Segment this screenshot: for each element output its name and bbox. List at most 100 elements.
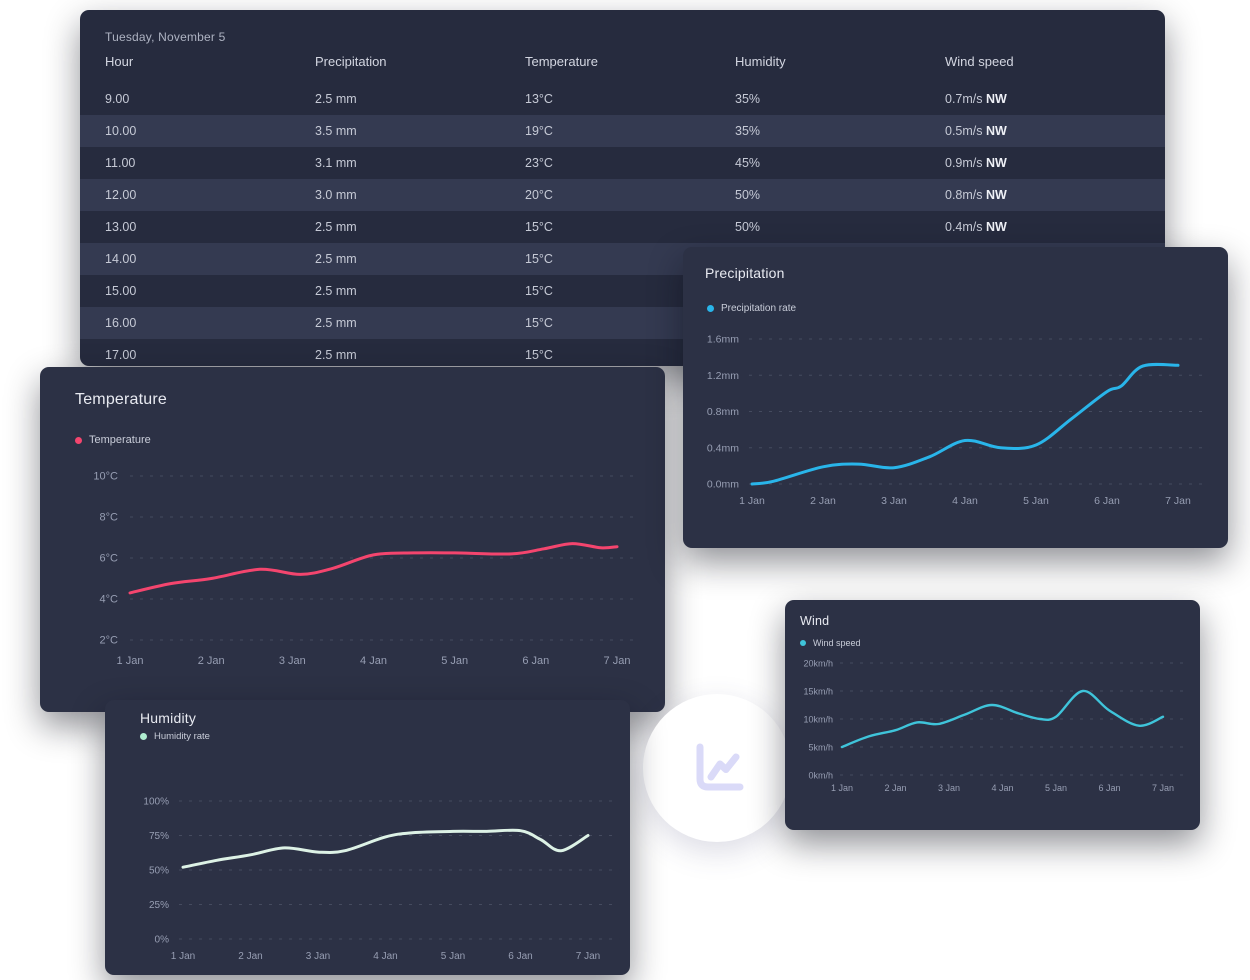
table-row: 12.003.0 mm20°C50%0.8m/s NW: [80, 179, 1165, 211]
cell-hour: 9.00: [105, 92, 315, 106]
cell-humidity: 35%: [735, 92, 945, 106]
svg-text:5km/h: 5km/h: [808, 743, 833, 753]
svg-text:6 Jan: 6 Jan: [1094, 495, 1120, 507]
precipitation-line-chart: 1.6mm 1.2mm 0.8mm 0.4mm 0.0mm1 Jan 2 Jan 3 Jan…: [683, 247, 1228, 548]
svg-text:2 Jan: 2 Jan: [238, 951, 262, 962]
cell-wind-speed: 0.8m/s NW: [945, 188, 1165, 202]
cell-temperature: 19°C: [525, 124, 735, 138]
svg-text:4 Jan: 4 Jan: [360, 655, 387, 667]
svg-text:2 Jan: 2 Jan: [810, 495, 836, 507]
column-header-hour: Hour: [105, 54, 315, 69]
svg-text:5 Jan: 5 Jan: [1045, 783, 1067, 793]
svg-text:1 Jan: 1 Jan: [117, 655, 144, 667]
cell-precipitation: 3.1 mm: [315, 156, 525, 170]
svg-text:2 Jan: 2 Jan: [884, 783, 906, 793]
svg-text:6 Jan: 6 Jan: [1098, 783, 1120, 793]
cell-wind-speed: 0.7m/s NW: [945, 92, 1165, 106]
column-header-wind-speed: Wind speed: [945, 54, 1165, 69]
cell-wind-speed: 0.5m/s NW: [945, 124, 1165, 138]
cell-hour: 17.00: [105, 348, 315, 362]
svg-text:4°C: 4°C: [100, 594, 119, 606]
cell-temperature: 13°C: [525, 92, 735, 106]
cell-wind-speed: 0.9m/s NW: [945, 156, 1165, 170]
cell-precipitation: 3.5 mm: [315, 124, 525, 138]
table-header-row: Hour Precipitation Temperature Humidity …: [80, 54, 1165, 69]
temperature-chart-panel: Temperature Temperature 10°C8°C6°C4°C2°C…: [40, 367, 665, 712]
wind-chart-panel: Wind Wind speed 20km/h15km/h10km/h5km/h0…: [785, 600, 1200, 830]
svg-text:3 Jan: 3 Jan: [306, 951, 330, 962]
svg-text:0.8mm: 0.8mm: [707, 406, 739, 418]
cell-hour: 10.00: [105, 124, 315, 138]
cell-precipitation: 2.5 mm: [315, 348, 525, 362]
table-row: 9.002.5 mm13°C35%0.7m/s NW: [80, 83, 1165, 115]
table-row: 13.002.5 mm15°C50%0.4m/s NW: [80, 211, 1165, 243]
cell-humidity: 50%: [735, 220, 945, 234]
svg-text:0.0mm: 0.0mm: [707, 479, 739, 491]
cell-precipitation: 2.5 mm: [315, 316, 525, 330]
table-row: 10.003.5 mm19°C35%0.5m/s NW: [80, 115, 1165, 147]
svg-text:0%: 0%: [155, 935, 170, 946]
svg-text:15km/h: 15km/h: [803, 687, 833, 697]
cell-precipitation: 2.5 mm: [315, 92, 525, 106]
svg-text:6°C: 6°C: [100, 553, 119, 565]
svg-text:25%: 25%: [149, 900, 169, 911]
humidity-chart-panel: Humidity Humidity rate 100%75%50%25%0%1 …: [105, 700, 630, 975]
svg-text:75%: 75%: [149, 831, 169, 842]
table-date: Tuesday, November 5: [105, 30, 226, 44]
column-header-precipitation: Precipitation: [315, 54, 525, 69]
cell-hour: 14.00: [105, 252, 315, 266]
cell-precipitation: 3.0 mm: [315, 188, 525, 202]
svg-text:2°C: 2°C: [100, 635, 119, 647]
cell-hour: 15.00: [105, 284, 315, 298]
svg-text:8°C: 8°C: [100, 512, 119, 524]
svg-text:0.4mm: 0.4mm: [707, 442, 739, 454]
column-header-humidity: Humidity: [735, 54, 945, 69]
svg-text:1.6mm: 1.6mm: [707, 334, 739, 346]
cell-humidity: 35%: [735, 124, 945, 138]
svg-text:50%: 50%: [149, 866, 169, 877]
svg-text:7 Jan: 7 Jan: [576, 951, 600, 962]
cell-humidity: 50%: [735, 188, 945, 202]
cell-hour: 13.00: [105, 220, 315, 234]
svg-text:6 Jan: 6 Jan: [522, 655, 549, 667]
svg-text:20km/h: 20km/h: [803, 659, 833, 669]
svg-text:4 Jan: 4 Jan: [991, 783, 1013, 793]
svg-text:0km/h: 0km/h: [808, 771, 833, 781]
svg-text:10°C: 10°C: [93, 471, 118, 483]
svg-text:1 Jan: 1 Jan: [831, 783, 853, 793]
chart-badge-circle: [643, 694, 791, 842]
cell-temperature: 15°C: [525, 220, 735, 234]
svg-text:5 Jan: 5 Jan: [441, 951, 465, 962]
cell-humidity: 45%: [735, 156, 945, 170]
svg-text:10km/h: 10km/h: [803, 715, 833, 725]
table-row: 11.003.1 mm23°C45%0.9m/s NW: [80, 147, 1165, 179]
cell-precipitation: 2.5 mm: [315, 284, 525, 298]
precipitation-chart-panel: Precipitation Precipitation rate 1.6mm1.…: [683, 247, 1228, 548]
cell-temperature: 20°C: [525, 188, 735, 202]
svg-text:4 Jan: 4 Jan: [952, 495, 978, 507]
temperature-line-chart: 10°C 8°C 6°C 4°C 2°C 1 Jan 2 Jan 3 Jan 4 Jan 5 Ja…: [40, 367, 665, 712]
svg-text:100%: 100%: [143, 797, 169, 808]
cell-hour: 11.00: [105, 156, 315, 170]
line-chart-icon: [685, 736, 749, 800]
svg-text:6 Jan: 6 Jan: [508, 951, 532, 962]
wind-line-chart: 20km/h15km/h10km/h5km/h0km/h1 Jan2 Jan3 …: [785, 600, 1200, 830]
svg-text:7 Jan: 7 Jan: [604, 655, 631, 667]
cell-temperature: 23°C: [525, 156, 735, 170]
svg-text:1 Jan: 1 Jan: [171, 951, 195, 962]
svg-text:1.2mm: 1.2mm: [707, 370, 739, 382]
svg-text:3 Jan: 3 Jan: [881, 495, 907, 507]
svg-text:4 Jan: 4 Jan: [373, 951, 397, 962]
humidity-line-chart: 100% 75% 50% 25% 0%1 Jan 2 Jan 3 Jan 4 Jan 5 Jan…: [105, 700, 630, 975]
svg-text:2 Jan: 2 Jan: [198, 655, 225, 667]
svg-text:1 Jan: 1 Jan: [739, 495, 765, 507]
cell-precipitation: 2.5 mm: [315, 220, 525, 234]
svg-text:5 Jan: 5 Jan: [1023, 495, 1049, 507]
cell-wind-speed: 0.4m/s NW: [945, 220, 1165, 234]
svg-text:7 Jan: 7 Jan: [1152, 783, 1174, 793]
svg-text:5 Jan: 5 Jan: [441, 655, 468, 667]
cell-hour: 12.00: [105, 188, 315, 202]
svg-text:7 Jan: 7 Jan: [1165, 495, 1191, 507]
column-header-temperature: Temperature: [525, 54, 735, 69]
svg-text:3 Jan: 3 Jan: [279, 655, 306, 667]
